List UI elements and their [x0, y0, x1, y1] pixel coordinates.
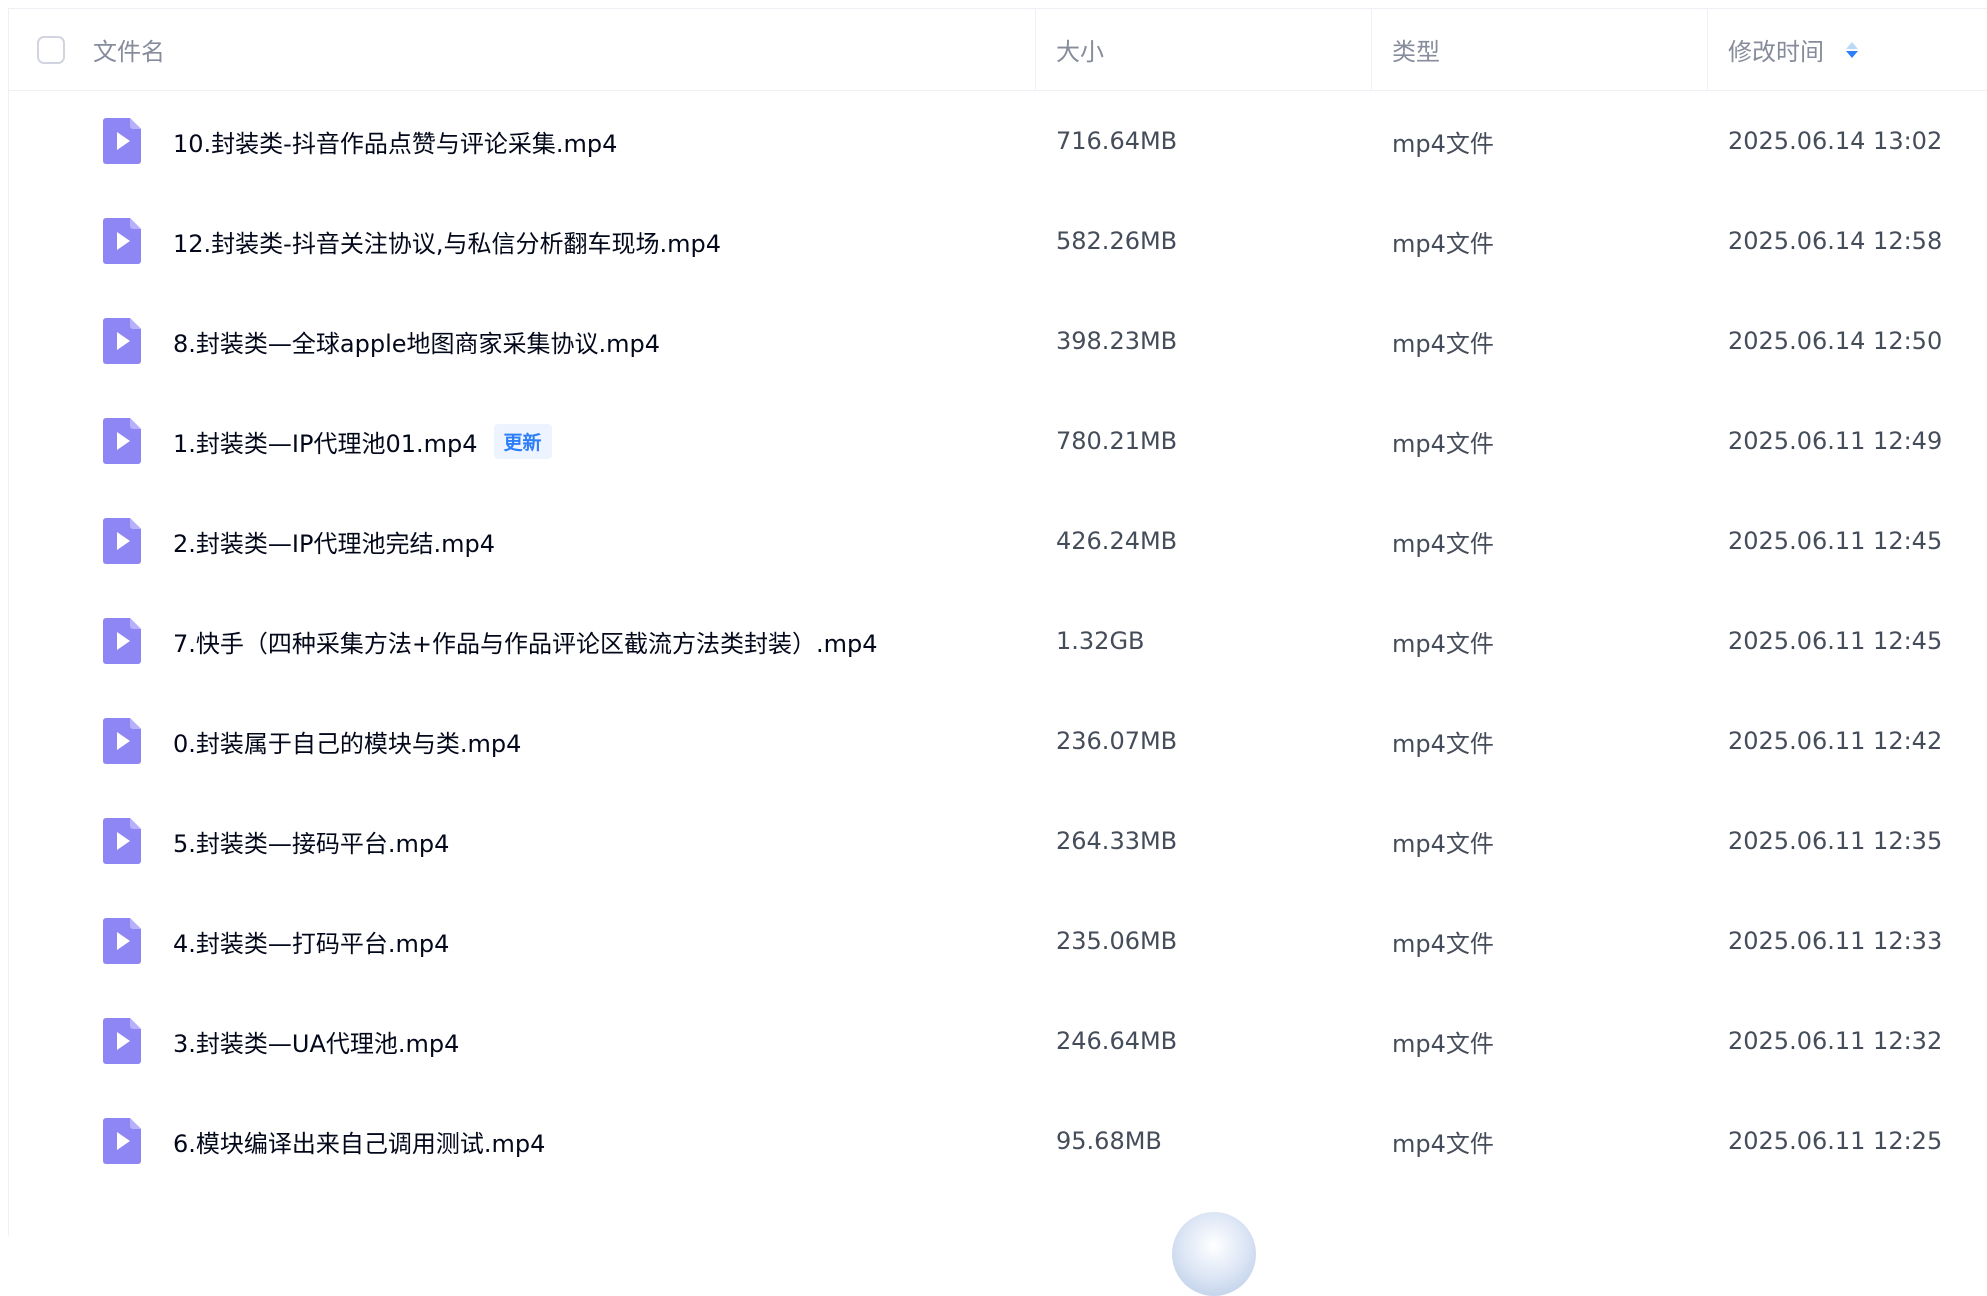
file-name-cell: 10.封装类-抖音作品点赞与评论采集.mp4 — [93, 118, 1035, 164]
select-all-checkbox[interactable] — [37, 35, 65, 64]
file-size: 426.24MB — [1056, 527, 1178, 555]
file-size: 246.64MB — [1056, 1027, 1178, 1055]
file-row[interactable]: 4.封装类—打码平台.mp4 235.06MB mp4文件 2025.06.11… — [9, 891, 1987, 991]
file-row[interactable]: 5.封装类—接码平台.mp4 264.33MB mp4文件 2025.06.11… — [9, 791, 1987, 891]
file-size: 398.23MB — [1056, 327, 1178, 355]
file-size: 236.07MB — [1056, 727, 1178, 755]
file-modified-time: 2025.06.14 12:50 — [1728, 327, 1943, 355]
file-row[interactable]: 0.封装属于自己的模块与类.mp4 236.07MB mp4文件 2025.06… — [9, 691, 1987, 791]
file-type: mp4文件 — [1392, 429, 1494, 458]
header-checkbox-cell — [9, 9, 93, 90]
header-size[interactable]: 大小 — [1035, 9, 1371, 90]
file-modified-time: 2025.06.11 12:32 — [1728, 1027, 1943, 1055]
file-type: mp4文件 — [1392, 729, 1494, 758]
file-name-cell: 7.快手（四种采集方法+作品与作品评论区截流方法类封装）.mp4 — [93, 618, 1035, 664]
file-modified-time: 2025.06.11 12:33 — [1728, 927, 1943, 955]
file-name[interactable]: 10.封装类-抖音作品点赞与评论采集.mp4 — [173, 124, 617, 159]
update-badge: 更新 — [493, 423, 552, 459]
file-size: 95.68MB — [1056, 1127, 1162, 1155]
file-size: 235.06MB — [1056, 927, 1178, 955]
file-name[interactable]: 6.模块编译出来自己调用测试.mp4 — [173, 1124, 545, 1159]
file-size: 264.33MB — [1056, 827, 1178, 855]
file-name-cell: 3.封装类—UA代理池.mp4 — [93, 1018, 1035, 1064]
sort-icon[interactable] — [1846, 41, 1858, 58]
file-row[interactable]: 2.封装类—IP代理池完结.mp4 426.24MB mp4文件 2025.06… — [9, 491, 1987, 591]
file-type: mp4文件 — [1392, 329, 1494, 358]
file-size: 582.26MB — [1056, 227, 1178, 255]
file-type: mp4文件 — [1392, 1029, 1494, 1058]
video-file-icon — [103, 618, 141, 664]
file-modified-time: 2025.06.11 12:42 — [1728, 727, 1943, 755]
file-name-cell: 1.封装类—IP代理池01.mp4 更新 — [93, 418, 1035, 464]
file-size: 780.21MB — [1056, 427, 1178, 455]
file-type: mp4文件 — [1392, 229, 1494, 258]
file-name[interactable]: 1.封装类—IP代理池01.mp4 — [173, 424, 478, 459]
header-time-label: 修改时间 — [1728, 38, 1824, 66]
loading-indicator — [1172, 1212, 1256, 1296]
file-name[interactable]: 3.封装类—UA代理池.mp4 — [173, 1024, 459, 1059]
file-row[interactable]: 3.封装类—UA代理池.mp4 246.64MB mp4文件 2025.06.1… — [9, 991, 1987, 1091]
video-file-icon — [103, 118, 141, 164]
video-file-icon — [103, 418, 141, 464]
file-list-panel: 文件名 大小 类型 修改时间 10.封装类-抖音作品点赞与评论采集.mp4 71 — [8, 8, 1987, 1236]
file-name-cell: 12.封装类-抖音关注协议,与私信分析翻车现场.mp4 — [93, 218, 1035, 264]
file-type: mp4文件 — [1392, 629, 1494, 658]
file-type: mp4文件 — [1392, 129, 1494, 158]
file-name-cell: 5.封装类—接码平台.mp4 — [93, 818, 1035, 864]
video-file-icon — [103, 718, 141, 764]
file-name-cell: 0.封装属于自己的模块与类.mp4 — [93, 718, 1035, 764]
file-name[interactable]: 0.封装属于自己的模块与类.mp4 — [173, 724, 521, 759]
file-modified-time: 2025.06.14 12:58 — [1728, 227, 1943, 255]
file-name-cell: 8.封装类—全球apple地图商家采集协议.mp4 — [93, 318, 1035, 364]
file-name[interactable]: 12.封装类-抖音关注协议,与私信分析翻车现场.mp4 — [173, 224, 721, 259]
file-name[interactable]: 5.封装类—接码平台.mp4 — [173, 824, 449, 859]
file-name[interactable]: 7.快手（四种采集方法+作品与作品评论区截流方法类封装）.mp4 — [173, 624, 878, 659]
file-modified-time: 2025.06.11 12:35 — [1728, 827, 1943, 855]
file-type: mp4文件 — [1392, 929, 1494, 958]
file-row[interactable]: 7.快手（四种采集方法+作品与作品评论区截流方法类封装）.mp4 1.32GB … — [9, 591, 1987, 691]
header-modified-time[interactable]: 修改时间 — [1707, 9, 1987, 90]
file-name[interactable]: 8.封装类—全球apple地图商家采集协议.mp4 — [173, 324, 660, 359]
file-name[interactable]: 2.封装类—IP代理池完结.mp4 — [173, 524, 495, 559]
header-name[interactable]: 文件名 — [93, 9, 1035, 90]
video-file-icon — [103, 318, 141, 364]
file-name-cell: 2.封装类—IP代理池完结.mp4 — [93, 518, 1035, 564]
video-file-icon — [103, 818, 141, 864]
file-modified-time: 2025.06.11 12:49 — [1728, 427, 1943, 455]
file-row[interactable]: 6.模块编译出来自己调用测试.mp4 95.68MB mp4文件 2025.06… — [9, 1091, 1987, 1191]
file-rows: 10.封装类-抖音作品点赞与评论采集.mp4 716.64MB mp4文件 20… — [9, 91, 1987, 1191]
file-modified-time: 2025.06.11 12:25 — [1728, 1127, 1943, 1155]
file-type: mp4文件 — [1392, 529, 1494, 558]
video-file-icon — [103, 1118, 141, 1164]
file-type: mp4文件 — [1392, 1129, 1494, 1158]
file-name-cell: 4.封装类—打码平台.mp4 — [93, 918, 1035, 964]
file-modified-time: 2025.06.14 13:02 — [1728, 127, 1943, 155]
file-row[interactable]: 10.封装类-抖音作品点赞与评论采集.mp4 716.64MB mp4文件 20… — [9, 91, 1987, 191]
file-size: 1.32GB — [1056, 627, 1145, 655]
file-row[interactable]: 1.封装类—IP代理池01.mp4 更新 780.21MB mp4文件 2025… — [9, 391, 1987, 491]
file-type: mp4文件 — [1392, 829, 1494, 858]
file-modified-time: 2025.06.11 12:45 — [1728, 527, 1943, 555]
file-row[interactable]: 12.封装类-抖音关注协议,与私信分析翻车现场.mp4 582.26MB mp4… — [9, 191, 1987, 291]
file-size: 716.64MB — [1056, 127, 1178, 155]
table-header: 文件名 大小 类型 修改时间 — [9, 9, 1987, 91]
video-file-icon — [103, 918, 141, 964]
video-file-icon — [103, 218, 141, 264]
file-name-cell: 6.模块编译出来自己调用测试.mp4 — [93, 1118, 1035, 1164]
file-modified-time: 2025.06.11 12:45 — [1728, 627, 1943, 655]
video-file-icon — [103, 518, 141, 564]
file-name[interactable]: 4.封装类—打码平台.mp4 — [173, 924, 449, 959]
file-row[interactable]: 8.封装类—全球apple地图商家采集协议.mp4 398.23MB mp4文件… — [9, 291, 1987, 391]
header-type[interactable]: 类型 — [1371, 9, 1707, 90]
video-file-icon — [103, 1018, 141, 1064]
